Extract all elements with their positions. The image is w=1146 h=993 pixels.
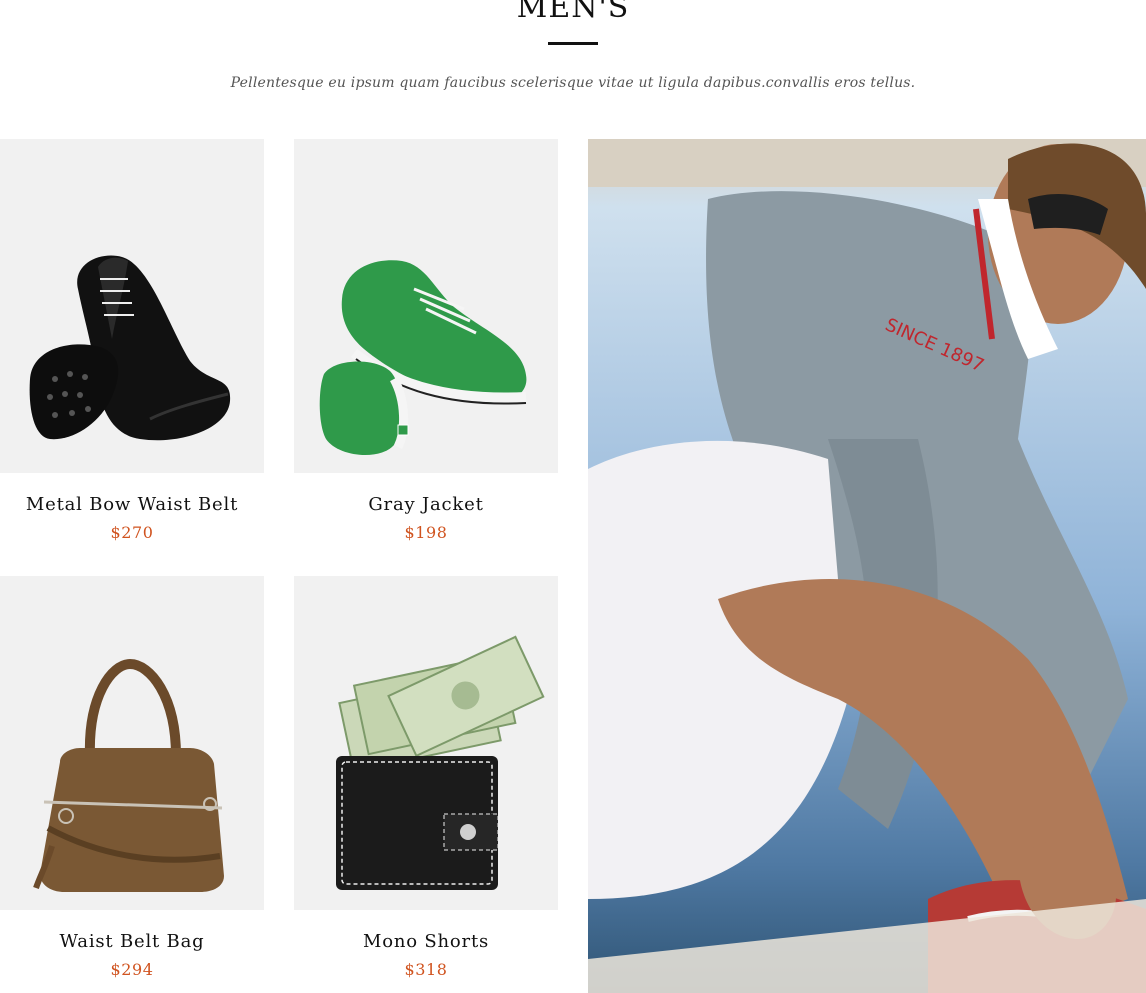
product-card-2[interactable]: Gray Jacket $198 (294, 139, 558, 542)
product-price: $270 (110, 523, 154, 542)
product-name[interactable]: Mono Shorts (294, 931, 558, 952)
product-image-black-leather-shoes[interactable] (0, 139, 264, 473)
title-underline (548, 42, 598, 45)
product-card-4[interactable]: Mono Shorts $318 (294, 576, 558, 979)
section-subtitle: Pellentesque eu ipsum quam faucibus scel… (230, 75, 916, 91)
product-name[interactable]: Waist Belt Bag (0, 931, 264, 952)
product-card-3[interactable]: Waist Belt Bag $294 (0, 576, 264, 979)
featured-banner-image[interactable]: SINCE 1897 (588, 139, 1146, 993)
product-price: $198 (404, 523, 448, 542)
product-price: $318 (404, 960, 448, 979)
product-card-1[interactable]: Metal Bow Waist Belt $270 (0, 139, 264, 542)
product-price: $294 (110, 960, 154, 979)
product-image-wallet-with-cash[interactable] (294, 576, 558, 910)
product-image-brown-handbag[interactable] (0, 576, 264, 910)
product-image-green-sneakers[interactable] (294, 139, 558, 473)
product-name[interactable]: Gray Jacket (294, 494, 558, 515)
section-title: MEN'S (516, 0, 630, 25)
product-name[interactable]: Metal Bow Waist Belt (0, 494, 264, 515)
